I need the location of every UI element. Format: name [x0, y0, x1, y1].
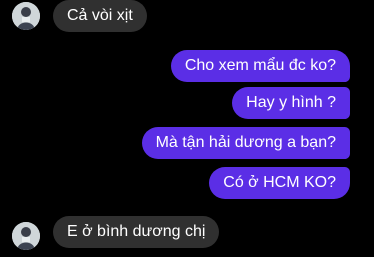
message-text: Cho xem mẩu đc ko? [184, 57, 336, 74]
message-bubble-outgoing[interactable]: Có ở HCM KO? [209, 167, 350, 199]
message-bubble-incoming[interactable]: Cả vòi xịt [53, 0, 147, 32]
message-text: Cả vòi xịt [67, 7, 133, 24]
contact-avatar-icon[interactable] [12, 222, 40, 250]
message-bubble-outgoing[interactable]: Mà tận hải dương a bạn? [141, 127, 350, 159]
message-bubble-outgoing[interactable]: Hay y hình ? [232, 87, 350, 119]
message-text: Có ở HCM KO? [223, 174, 336, 191]
message-text: E ở bình dương chị [67, 223, 206, 240]
message-bubble-incoming[interactable]: E ở bình dương chị [53, 216, 220, 248]
chat-screen: { "colors": { "background": "#000000", "… [0, 0, 374, 257]
contact-avatar-icon[interactable] [12, 2, 40, 30]
message-text: Hay y hình ? [246, 94, 336, 111]
message-text: Mà tận hải dương a bạn? [155, 134, 336, 151]
message-bubble-outgoing[interactable]: Cho xem mẩu đc ko? [170, 50, 350, 82]
